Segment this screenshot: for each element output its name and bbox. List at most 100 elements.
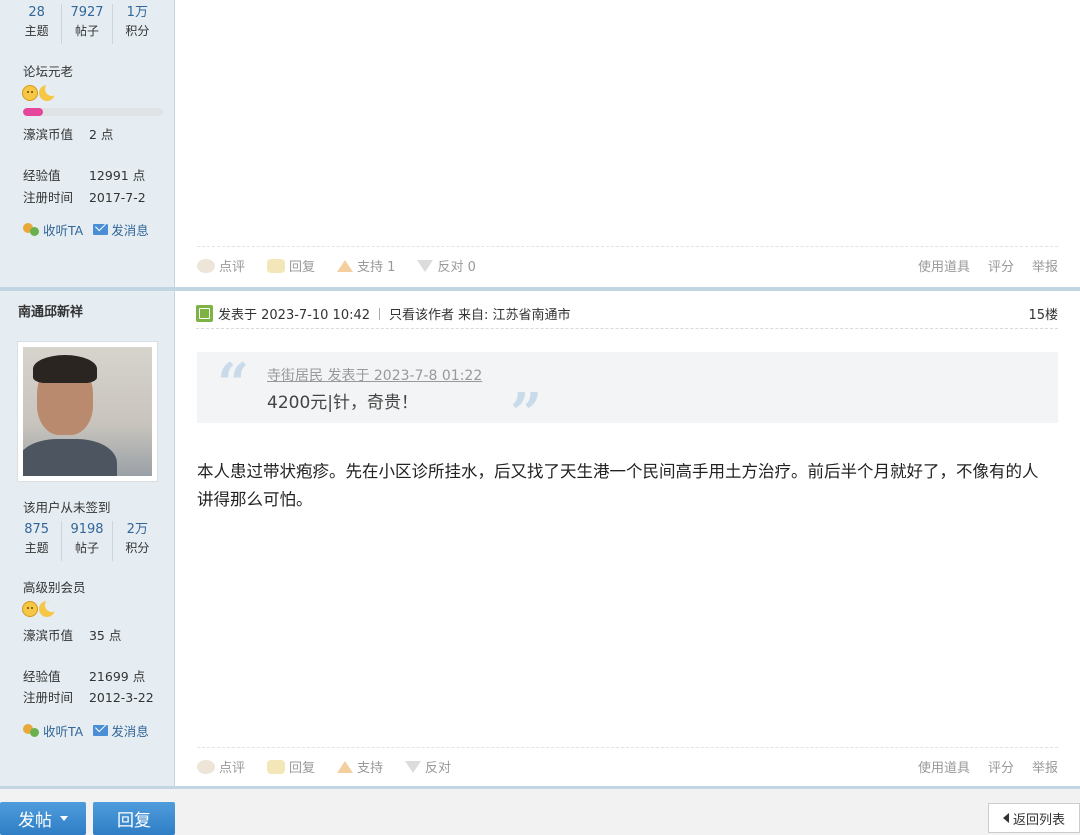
stat-points[interactable]: 2万 积分 (111, 521, 162, 561)
support-button[interactable]: 支持 1 (337, 256, 395, 275)
reply-label: 回复 (289, 761, 316, 776)
message-label: 发消息 (111, 223, 149, 238)
comment-button[interactable]: 点评 (197, 256, 245, 275)
rank-icons (22, 85, 55, 101)
support-button[interactable]: 支持 (337, 757, 383, 776)
post-previous: 28 主题 7927 帖子 1万 积分 论坛元老 濠滨币值 2 点 经验值 12… (0, 0, 1080, 287)
stat-number: 9198 (70, 522, 104, 537)
stat-label: 主题 (24, 24, 49, 38)
post-content: 点评 回复 支持 1 反对 0 使用道具 评分 举报 (175, 0, 1080, 287)
exp-value: 21699 点 (88, 669, 146, 684)
support-label: 支持 (357, 761, 384, 776)
stat-label: 积分 (125, 541, 150, 555)
message-button[interactable]: 发消息 (93, 721, 149, 740)
level-progress-bar (23, 108, 163, 116)
new-post-label: 发帖 (18, 811, 52, 831)
reply-icon (267, 258, 286, 273)
moon-icon (39, 601, 55, 617)
post-reply: 南通邱新祥 该用户从未签到 875 主题 9198 帖子 2万 积分 高级别会员 (0, 291, 1080, 788)
stat-number: 875 (24, 522, 50, 537)
stat-points[interactable]: 1万 积分 (111, 4, 162, 44)
comment-label: 点评 (219, 260, 246, 275)
level-progress-fill (23, 108, 43, 116)
thumb-up-icon (337, 259, 354, 272)
post-meta: 发表于 2023-7-10 10:42 只看该作者 来自: 江苏省南通市 15楼 (196, 299, 1058, 329)
rate-button[interactable]: 评分 (988, 256, 1014, 275)
exp-label: 经验值 (23, 168, 61, 183)
post-content: 发表于 2023-7-10 10:42 只看该作者 来自: 江苏省南通市 15楼… (175, 291, 1080, 788)
rate-button[interactable]: 评分 (988, 757, 1014, 776)
quote-close-icon: ” (510, 381, 543, 447)
mail-icon (93, 725, 109, 736)
tools-dropdown[interactable]: 使用道具 (918, 757, 970, 776)
stat-label: 积分 (125, 24, 150, 38)
comment-icon (197, 759, 215, 774)
reg-row: 注册时间 2012-3-22 (23, 687, 154, 706)
avatar-photo (23, 347, 152, 476)
message-label: 发消息 (111, 724, 149, 739)
meta-divider (379, 307, 381, 320)
user-rank: 论坛元老 (23, 64, 74, 79)
stat-label: 帖子 (74, 24, 99, 38)
follow-button[interactable]: 收听TA (22, 220, 83, 239)
avatar-hair (33, 355, 97, 383)
exp-value: 12991 点 (88, 168, 146, 183)
author-name[interactable]: 南通邱新祥 (18, 301, 83, 320)
post-source: 来自: 江苏省南通市 (458, 308, 571, 323)
stat-posts[interactable]: 7927 帖子 (61, 4, 111, 44)
post-time: 发表于 2023-7-10 10:42 (218, 308, 371, 323)
quote-open-icon: “ (217, 351, 250, 417)
follow-button[interactable]: 收听TA (22, 721, 83, 740)
author-stats: 28 主题 7927 帖子 1万 积分 (12, 4, 162, 44)
signin-status: 该用户从未签到 (23, 500, 111, 515)
coins-value: 2 点 (88, 127, 114, 142)
stat-label: 帖子 (74, 541, 99, 555)
reg-value: 2012-3-22 (88, 690, 154, 705)
back-to-list-button[interactable]: 返回列表 (988, 803, 1080, 833)
smiley-icon (22, 601, 38, 617)
stat-posts[interactable]: 9198 帖子 (61, 521, 111, 561)
post-ops-right: 使用道具 评分 举报 (918, 757, 1058, 776)
thumb-down-icon (417, 259, 434, 272)
moon-icon (39, 85, 55, 101)
only-author-link[interactable]: 只看该作者 (389, 304, 454, 323)
stat-topics[interactable]: 28 主题 (12, 4, 61, 44)
user-rank: 高级别会员 (23, 580, 86, 595)
report-button[interactable]: 举报 (1032, 757, 1058, 776)
comment-button[interactable]: 点评 (197, 757, 245, 776)
new-post-button[interactable]: 发帖 (0, 802, 86, 835)
reply-button-main[interactable]: 回复 (93, 802, 175, 835)
message-button[interactable]: 发消息 (93, 220, 149, 239)
online-status-icon (196, 305, 213, 322)
stat-topics[interactable]: 875 主题 (12, 521, 61, 561)
exp-row: 经验值 21699 点 (23, 666, 145, 685)
smiley-icon (22, 85, 38, 101)
chevron-left-icon (1002, 813, 1009, 823)
stat-number: 7927 (70, 5, 104, 20)
reply-label: 回复 (289, 260, 316, 275)
coins-row: 濠滨币值 2 点 (23, 124, 113, 143)
report-button[interactable]: 举报 (1032, 256, 1058, 275)
reply-button[interactable]: 回复 (267, 256, 315, 275)
quote-citation-link[interactable]: 寺街居民 发表于 2023-7-8 01:22 (267, 365, 482, 385)
thumb-up-icon (337, 760, 354, 773)
oppose-button[interactable]: 反对 (405, 757, 451, 776)
post-operations: 点评 回复 支持 1 反对 0 使用道具 评分 举报 (197, 246, 1058, 275)
post-operations: 点评 回复 支持 反对 使用道具 评分 举报 (197, 747, 1058, 776)
follow-label: 收听TA (43, 223, 84, 238)
tools-dropdown[interactable]: 使用道具 (918, 256, 970, 275)
coins-label: 濠滨币值 (23, 628, 74, 643)
oppose-button[interactable]: 反对 0 (417, 256, 476, 275)
reply-button[interactable]: 回复 (267, 757, 315, 776)
comment-icon (197, 258, 215, 273)
exp-row: 经验值 12991 点 (23, 165, 145, 184)
back-to-list-label: 返回列表 (1012, 812, 1065, 828)
mail-icon (93, 224, 109, 235)
coins-row: 濠滨币值 35 点 (23, 625, 121, 644)
floor-number[interactable]: 15楼 (1028, 304, 1058, 323)
stat-number: 2万 (126, 522, 148, 537)
quote-text: 4200元|针，奇贵！ (267, 393, 418, 413)
comment-label: 点评 (219, 761, 246, 776)
support-label: 支持 1 (357, 260, 396, 275)
avatar[interactable] (17, 341, 158, 482)
